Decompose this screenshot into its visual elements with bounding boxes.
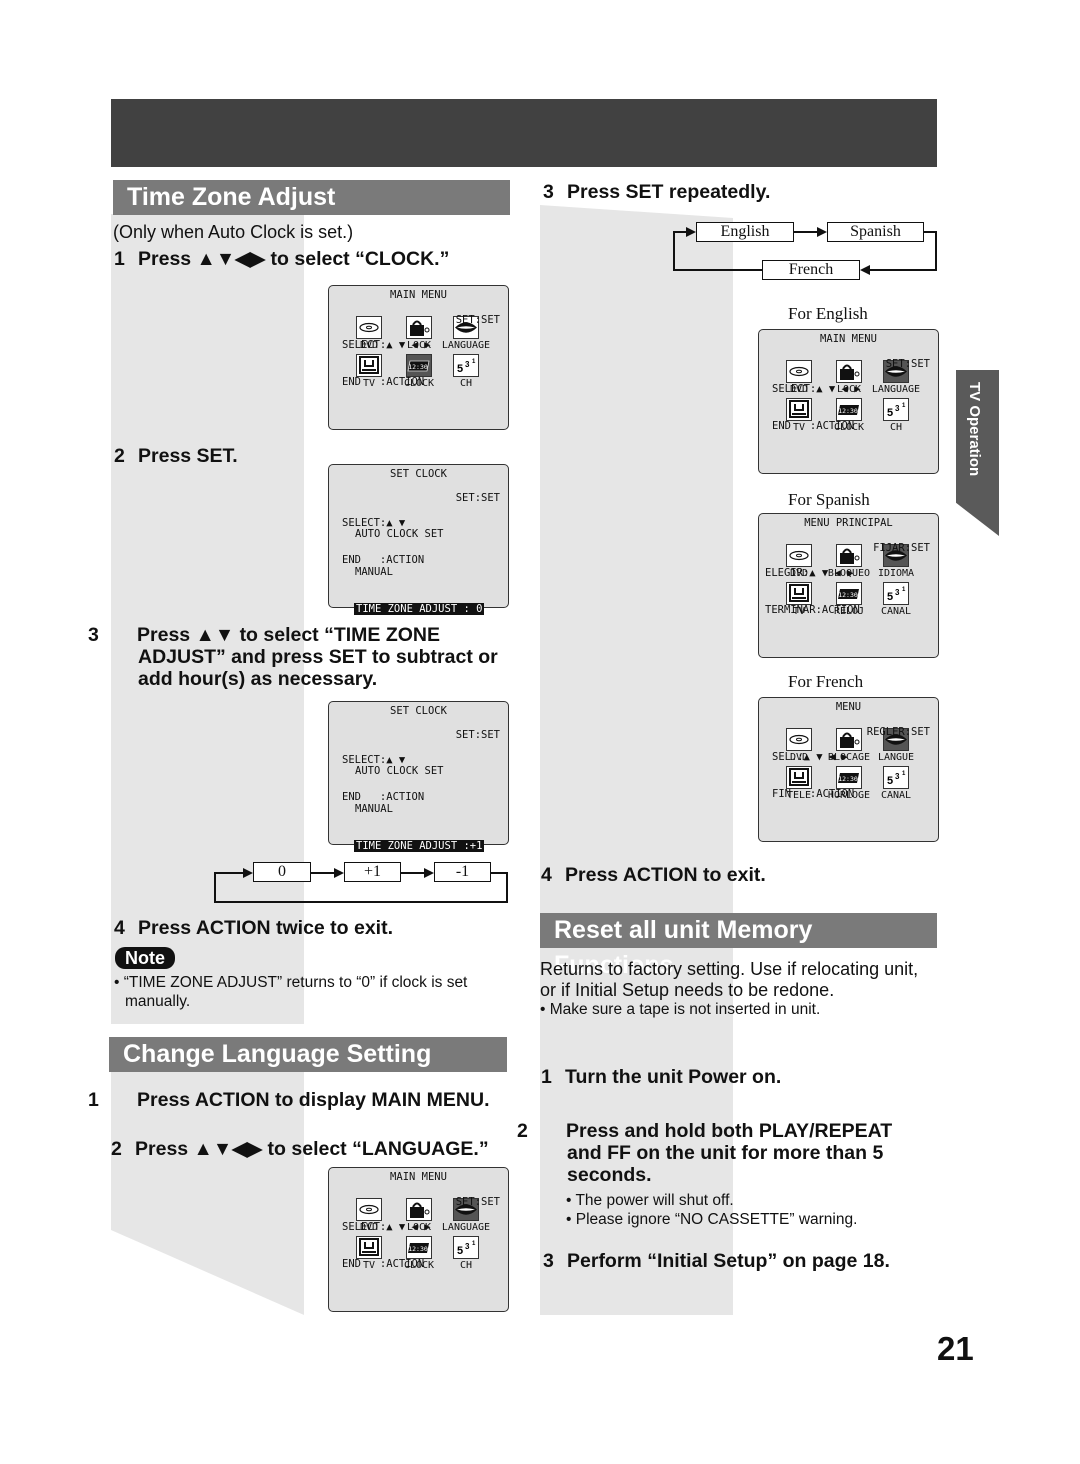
caption-for-french: For French bbox=[788, 672, 864, 691]
cycle-box-spanish: Spanish bbox=[827, 222, 924, 242]
tz-step-4: 4 Press ACTION twice to exit. bbox=[114, 917, 394, 939]
step-text: Press ▲▼◀▶ to select “CLOCK.” bbox=[138, 248, 450, 270]
tz-step-1: 1 Press ▲▼◀▶ to select “CLOCK.” bbox=[114, 248, 449, 270]
highlighted-item: TIME ZONE ADJUST : 0 bbox=[354, 603, 485, 615]
time-zone-condition: (Only when Auto Clock is set.) bbox=[113, 222, 354, 242]
lang-step-4: 4 Press ACTION to exit. bbox=[541, 864, 766, 886]
cycle-box-plus-one: +1 bbox=[344, 862, 401, 882]
cycle-box-english: English bbox=[696, 222, 794, 242]
lang-step-3: 3 Press SET repeatedly. bbox=[543, 181, 771, 203]
osd-english: MAIN MENU DVD LOCK LANGUAGE TV 12:30 CLOC… bbox=[758, 329, 939, 474]
reset-intro: Returns to factory setting. Use if reloc… bbox=[540, 959, 919, 1000]
cycle-box-minus-one: -1 bbox=[434, 862, 491, 882]
arrow-right-icon bbox=[424, 868, 434, 878]
arrow-right-icon bbox=[817, 227, 827, 237]
arrow-right-icon bbox=[243, 868, 253, 878]
language-cycle-diagram: English Spanish French bbox=[670, 220, 940, 280]
arrow-left-icon bbox=[860, 265, 870, 275]
step-number: 1 bbox=[114, 248, 125, 270]
note-text: • “TIME ZONE ADJUST” returns to “0” if c… bbox=[114, 974, 468, 1010]
osd-footer: SELECT:▲ ▼ ◀ ▶ END :ACTION SET:SET bbox=[342, 313, 500, 389]
osd-main-menu-language: MAIN MENU DVD LOCK LANGUAGE TV 12:30 CLOC… bbox=[328, 1167, 509, 1312]
cycle-box-zero: 0 bbox=[253, 862, 311, 882]
lang-step-1: 1 Press ACTION to display MAIN MENU. bbox=[88, 1089, 490, 1111]
cycle-box-french: French bbox=[762, 260, 860, 280]
header-band bbox=[111, 99, 937, 167]
tz-step-3: 3 Press ▲▼ to select “TIME ZONE ADJUST” a… bbox=[88, 624, 498, 690]
side-tab-label: TV Operation bbox=[966, 382, 983, 477]
page-number: 21 bbox=[937, 1330, 974, 1367]
section-title-reset: Reset all unit Memory Functions bbox=[540, 913, 937, 979]
osd-spanish: MENU PRINCIPAL DVD BLOQUEO IDIOMA TV 12:… bbox=[758, 513, 939, 658]
time-zone-cycle-diagram: 0 +1 -1 bbox=[212, 860, 512, 906]
note-badge: Note bbox=[115, 947, 175, 969]
osd-set-clock-plus-one: SET CLOCK AUTO CLOCK SET MANUAL TIME ZON… bbox=[328, 701, 509, 852]
caption-for-spanish: For Spanish bbox=[788, 490, 870, 509]
reset-step-2-bullets: • The power will shut off. • Please igno… bbox=[566, 1192, 858, 1228]
reset-step-1: 1 Turn the unit Power on. bbox=[541, 1066, 782, 1088]
reset-step-3: 3 Perform “Initial Setup” on page 18. bbox=[543, 1250, 890, 1272]
highlighted-item: TIME ZONE ADJUST :+1 bbox=[354, 840, 485, 852]
reset-bullet: • Make sure a tape is not inserted in un… bbox=[540, 1001, 821, 1018]
arrow-right-icon bbox=[334, 868, 344, 878]
reset-step-2: 2 Press and hold both PLAY/REPEAT and FF … bbox=[517, 1120, 893, 1186]
tz-step-2: 2 Press SET. bbox=[114, 445, 238, 467]
osd-title: MAIN MENU bbox=[390, 289, 447, 301]
osd-main-menu-clock: MAIN MENU DVD LOCK LANGUAGE TV 12:30 CLOC… bbox=[328, 285, 509, 430]
section-title-time-zone: Time Zone Adjust bbox=[113, 180, 510, 215]
lang-step-2: 2 Press ▲▼◀▶ to select “LANGUAGE.” bbox=[111, 1138, 489, 1160]
section-title-language: Change Language Setting bbox=[109, 1037, 507, 1072]
osd-set-clock-zero: SET CLOCK AUTO CLOCK SET MANUAL TIME ZON… bbox=[328, 464, 509, 615]
arrow-right-icon bbox=[686, 227, 696, 237]
osd-french: MENU DVD BLOCAGE LANGUE TELE 12:30 HORLOG… bbox=[758, 697, 939, 842]
caption-for-english: For English bbox=[788, 304, 868, 323]
